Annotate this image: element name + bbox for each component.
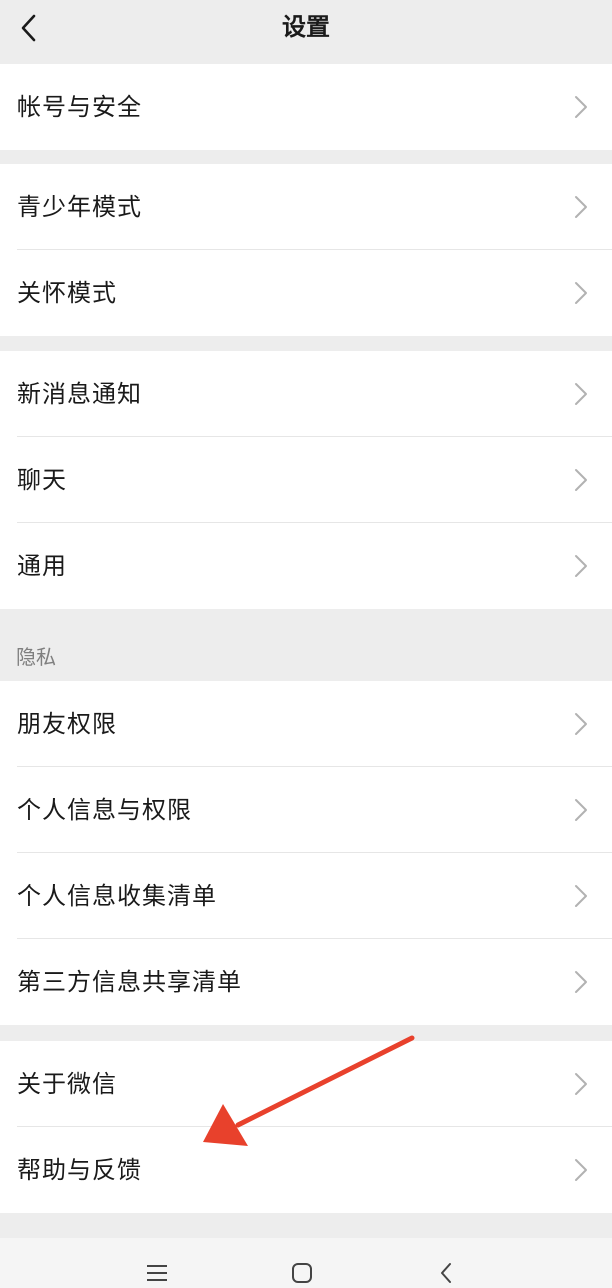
settings-item-label: 帮助与反馈 (17, 1156, 142, 1184)
settings-item-personal-info-permissions[interactable]: 个人信息与权限 (0, 767, 612, 853)
nav-back-button[interactable] (426, 1258, 466, 1288)
top-bar: 设置 (0, 0, 612, 64)
settings-item-friend-permissions[interactable]: 朋友权限 (0, 681, 612, 767)
settings-group-account: 帐号与安全 (0, 64, 612, 150)
chevron-right-icon (575, 1159, 587, 1181)
settings-item-label: 个人信息与权限 (17, 796, 192, 824)
chevron-right-icon (575, 555, 587, 577)
settings-item-label: 新消息通知 (17, 380, 142, 408)
settings-item-label: 关于微信 (17, 1070, 117, 1098)
settings-group-privacy: 朋友权限 个人信息与权限 个人信息收集清单 第三方信息共享清单 (0, 681, 612, 1025)
menu-icon (147, 1265, 167, 1281)
settings-item-label: 关怀模式 (17, 279, 117, 307)
nav-menu-button[interactable] (137, 1258, 177, 1288)
chevron-right-icon (575, 885, 587, 907)
settings-item-youth-mode[interactable]: 青少年模式 (0, 164, 612, 250)
settings-item-chat[interactable]: 聊天 (0, 437, 612, 523)
settings-group-about: 关于微信 帮助与反馈 (0, 1041, 612, 1213)
chevron-right-icon (575, 1073, 587, 1095)
settings-group-general: 新消息通知 聊天 通用 (0, 351, 612, 609)
chevron-right-icon (575, 196, 587, 218)
settings-item-about-wechat[interactable]: 关于微信 (0, 1041, 612, 1127)
settings-group-modes: 青少年模式 关怀模式 (0, 164, 612, 336)
settings-item-info-collection-list[interactable]: 个人信息收集清单 (0, 853, 612, 939)
settings-item-label: 青少年模式 (17, 193, 142, 221)
chevron-right-icon (575, 383, 587, 405)
chevron-right-icon (575, 282, 587, 304)
section-header-privacy: 隐私 (16, 645, 56, 669)
page-title: 设置 (282, 13, 330, 41)
settings-item-label: 个人信息收集清单 (17, 882, 217, 910)
settings-item-third-party-sharing-list[interactable]: 第三方信息共享清单 (0, 939, 612, 1025)
settings-item-account-security[interactable]: 帐号与安全 (0, 64, 612, 150)
settings-item-help-feedback[interactable]: 帮助与反馈 (0, 1127, 612, 1213)
settings-item-label: 帐号与安全 (17, 93, 142, 121)
settings-item-label: 聊天 (17, 466, 67, 494)
chevron-right-icon (575, 713, 587, 735)
settings-item-label: 通用 (17, 552, 67, 580)
system-nav-bar (0, 1238, 612, 1288)
settings-item-label: 第三方信息共享清单 (17, 968, 242, 996)
home-square-icon (292, 1263, 312, 1283)
chevron-right-icon (575, 96, 587, 118)
chevron-right-icon (575, 469, 587, 491)
settings-item-label: 朋友权限 (17, 710, 117, 738)
chevron-right-icon (575, 799, 587, 821)
back-icon (441, 1263, 451, 1283)
chevron-right-icon (575, 971, 587, 993)
settings-item-care-mode[interactable]: 关怀模式 (0, 250, 612, 336)
settings-item-notifications[interactable]: 新消息通知 (0, 351, 612, 437)
settings-item-general[interactable]: 通用 (0, 523, 612, 609)
nav-home-button[interactable] (282, 1258, 322, 1288)
